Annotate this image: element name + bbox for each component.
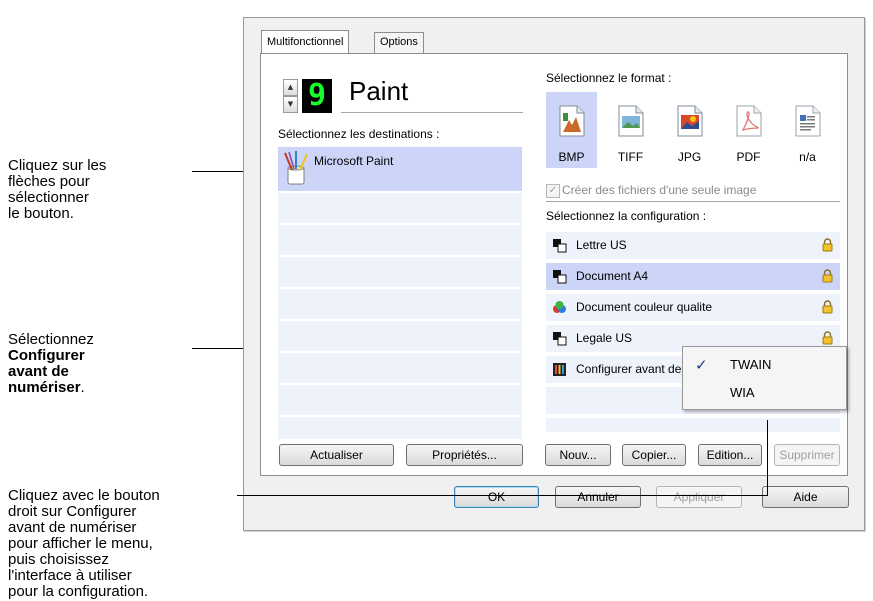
- cancel-button[interactable]: Annuler: [555, 486, 641, 508]
- context-menu-item-twain[interactable]: ✓ TWAIN: [685, 351, 844, 379]
- context-menu-item-label: TWAIN: [730, 357, 772, 372]
- format-label-tiff: TIFF: [617, 150, 644, 164]
- list-item-label: Microsoft Paint: [314, 154, 394, 168]
- format-label-pdf: PDF: [736, 150, 761, 164]
- config-item-label: Document couleur qualite: [576, 300, 713, 314]
- callout-line: le bouton.: [8, 205, 74, 222]
- callout-arrows: Cliquez sur les flèches pour sélectionne…: [8, 158, 106, 222]
- edit-button[interactable]: Edition...: [698, 444, 762, 466]
- bw-scan-icon: [553, 332, 567, 346]
- copy-button[interactable]: Copier...: [622, 444, 686, 466]
- config-item-label: Document A4: [576, 269, 649, 283]
- config-item-label: Legale US: [576, 331, 633, 345]
- list-item-microsoft-paint[interactable]: Microsoft Paint: [278, 147, 522, 191]
- apply-button[interactable]: Appliquer: [656, 486, 742, 508]
- single-image-checkbox[interactable]: ✓: [546, 184, 560, 198]
- paint-brushes-icon: [284, 151, 308, 185]
- callout-line: flèches pour: [8, 173, 90, 190]
- spinner-up-arrow-icon[interactable]: ▲: [283, 79, 298, 96]
- callout-line: sélectionner: [8, 189, 89, 206]
- callout-line: droit sur Configurer: [8, 503, 137, 520]
- tab-panel: ▲ ▼ 9 Paint Sélectionnez les destination…: [260, 53, 848, 476]
- lock-icon: [822, 269, 833, 283]
- context-menu-item-label: WIA: [730, 385, 755, 400]
- properties-button[interactable]: Propriétés...: [406, 444, 523, 466]
- lock-icon: [822, 238, 833, 252]
- spinner-down-arrow-icon[interactable]: ▼: [283, 96, 298, 113]
- callout-line: pour afficher le menu,: [8, 535, 153, 552]
- callout-configure-before: Sélectionnez Configurer avant de numéris…: [8, 332, 94, 396]
- configuration-label: Sélectionnez la configuration :: [546, 209, 707, 223]
- text-file-icon: [795, 105, 821, 137]
- format-label: Sélectionnez le format :: [546, 71, 672, 85]
- callout-leader-right-click-vertical: [767, 420, 768, 496]
- callout-right-click: Cliquez avec le bouton droit sur Configu…: [8, 488, 160, 600]
- list-item-empty: [278, 385, 522, 415]
- callout-leader-right-click: [237, 495, 768, 496]
- config-item-label: Lettre US: [576, 238, 627, 252]
- callout-line: pour la configuration.: [8, 583, 149, 600]
- list-item-empty: [278, 257, 522, 287]
- list-item-empty: [278, 225, 522, 255]
- list-item-empty: [278, 353, 522, 383]
- list-item-empty: [278, 193, 522, 223]
- format-label-bmp: BMP: [558, 150, 585, 164]
- button-spinner[interactable]: ▲ ▼: [283, 79, 298, 113]
- new-button[interactable]: Nouv...: [545, 444, 611, 466]
- delete-button[interactable]: Supprimer: [774, 444, 840, 466]
- tab-multifonctionnel[interactable]: Multifonctionnel: [261, 30, 350, 53]
- callout-line: puis choisissez: [8, 551, 109, 568]
- format-pdf[interactable]: PDF: [723, 92, 774, 168]
- button-name: Paint: [349, 76, 409, 106]
- callout-line: Sélectionnez: [8, 331, 94, 348]
- divider: [341, 112, 523, 113]
- bw-scan-icon: [553, 239, 567, 253]
- bmp-file-icon: [559, 105, 585, 137]
- callout-line: l'interface à utiliser: [8, 567, 132, 584]
- callout-line: avant de numériser: [8, 519, 137, 536]
- list-item-empty: [278, 417, 522, 439]
- format-label-na: n/a: [799, 150, 816, 164]
- config-item-document-couleur-qualite[interactable]: Document couleur qualite: [546, 294, 840, 321]
- format-bmp[interactable]: BMP: [546, 92, 597, 168]
- format-selector: BMP TIFF JPG PDF n/a: [546, 92, 838, 180]
- format-label-jpg: JPG: [677, 150, 702, 164]
- destination-list[interactable]: Microsoft Paint: [278, 147, 522, 439]
- lock-icon: [822, 300, 833, 314]
- ok-button[interactable]: OK: [454, 486, 539, 508]
- tiff-file-icon: [618, 105, 644, 137]
- bw-scan-icon: [553, 270, 567, 284]
- callout-line: Cliquez avec le bouton: [8, 487, 160, 504]
- color-scan-icon: [553, 301, 566, 313]
- jpg-file-icon: [677, 105, 703, 137]
- configure-icon: [553, 363, 566, 376]
- config-item-empty: [546, 418, 840, 432]
- context-menu-item-wia[interactable]: WIA: [685, 379, 844, 407]
- list-item-empty: [278, 321, 522, 351]
- callout-line-bold: numériser: [8, 379, 81, 396]
- config-item-lettre-us[interactable]: Lettre US: [546, 232, 840, 259]
- single-image-checkbox-label: Créer des fichiers d'une seule image: [562, 183, 757, 197]
- divider: [546, 201, 840, 202]
- format-jpg[interactable]: JPG: [664, 92, 715, 168]
- scanner-properties-dialog: Multifonctionnel Options ▲ ▼ 9 Paint Sél…: [243, 17, 865, 531]
- format-tiff[interactable]: TIFF: [605, 92, 656, 168]
- pdf-file-icon: [736, 105, 762, 137]
- tab-options[interactable]: Options: [374, 32, 424, 53]
- context-menu: ✓ TWAIN WIA: [682, 346, 847, 410]
- callout-line: Cliquez sur les: [8, 157, 107, 174]
- callout-period: .: [80, 379, 85, 396]
- button-number-display: 9: [302, 79, 332, 113]
- callout-line-bold: Configurer: [8, 347, 85, 364]
- lock-icon: [822, 331, 833, 345]
- checkmark-icon: ✓: [695, 357, 708, 374]
- format-na[interactable]: n/a: [782, 92, 833, 168]
- destinations-label: Sélectionnez les destinations :: [278, 127, 440, 141]
- refresh-button[interactable]: Actualiser: [279, 444, 394, 466]
- list-item-empty: [278, 289, 522, 319]
- callout-line-bold: avant de: [8, 363, 69, 380]
- help-button[interactable]: Aide: [762, 486, 849, 508]
- config-item-document-a4[interactable]: Document A4: [546, 263, 840, 290]
